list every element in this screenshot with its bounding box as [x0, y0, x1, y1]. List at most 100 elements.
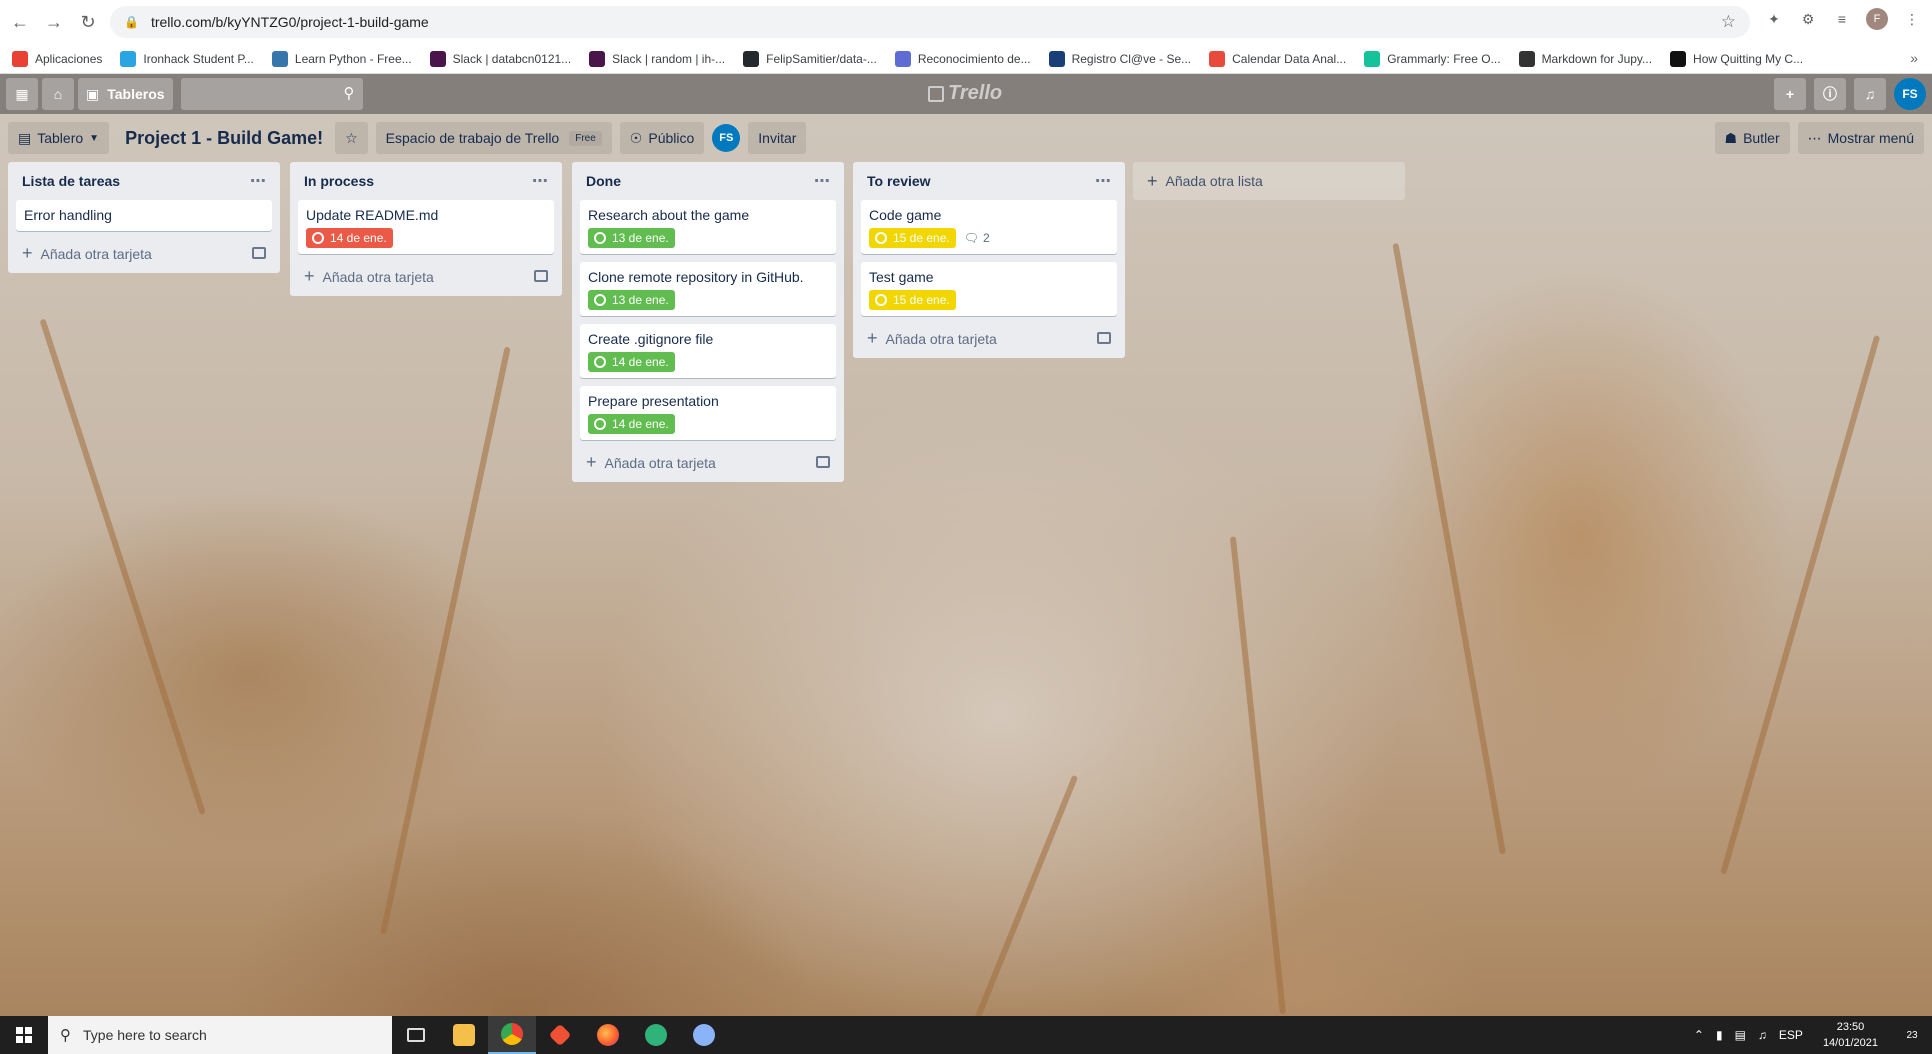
due-date-badge[interactable]: 13 de ene.	[588, 228, 675, 248]
trello-logo[interactable]: Trello	[928, 82, 1002, 105]
back-icon[interactable]: ←	[6, 8, 34, 36]
kebab-menu-icon[interactable]: ⋮	[1902, 9, 1922, 29]
list-menu-icon[interactable]: ⋯	[1095, 171, 1111, 191]
list-header[interactable]: In process ⋯	[298, 162, 554, 200]
reading-list-icon[interactable]: ≡	[1832, 9, 1852, 29]
paint-taskbar-icon[interactable]	[680, 1016, 728, 1054]
git-taskbar-icon[interactable]	[536, 1016, 584, 1054]
list-menu-icon[interactable]: ⋯	[250, 171, 266, 191]
add-list-button[interactable]: + Añada otra lista	[1133, 162, 1405, 200]
chrome-taskbar-icon[interactable]	[488, 1016, 536, 1054]
boards-button[interactable]: ▣ Tableros	[78, 78, 173, 110]
puzzle-icon[interactable]: ⚙	[1798, 9, 1818, 29]
file-explorer-icon[interactable]	[440, 1016, 488, 1054]
list-title[interactable]: In process	[304, 173, 374, 189]
bookmark-item[interactable]: Ironhack Student P...	[120, 50, 254, 67]
bookmark-item[interactable]: Registro Cl@ve - Se...	[1048, 50, 1192, 67]
notification-center-icon[interactable]: 23	[1892, 1030, 1932, 1041]
add-card-button[interactable]: + Añada otra tarjeta	[298, 262, 554, 290]
bookmark-item[interactable]: Aplicaciones	[12, 50, 102, 67]
card-template-icon[interactable]	[816, 456, 830, 468]
battery-icon[interactable]: ▮	[1716, 1028, 1723, 1042]
bookmark-item[interactable]: Grammarly: Free O...	[1364, 50, 1501, 67]
taskbar-search-input[interactable]: ⚲ Type here to search	[48, 1016, 392, 1054]
list-title[interactable]: Lista de tareas	[22, 173, 120, 189]
bookmark-item[interactable]: Calendar Data Anal...	[1209, 50, 1346, 67]
butler-button[interactable]: ☗ Butler	[1714, 122, 1790, 154]
list-title[interactable]: To review	[867, 173, 931, 189]
due-date-badge[interactable]: 13 de ene.	[588, 290, 675, 310]
star-board-button[interactable]: ☆	[335, 122, 368, 154]
home-icon[interactable]: ⌂	[42, 78, 74, 110]
due-date-badge[interactable]: 14 de ene.	[588, 414, 675, 434]
search-icon: ⚲	[343, 85, 355, 102]
card-template-icon[interactable]	[534, 270, 548, 282]
card[interactable]: Clone remote repository in GitHub. 13 de…	[580, 262, 836, 316]
reload-icon[interactable]: ↻	[74, 8, 102, 36]
create-plus-icon[interactable]: +	[1774, 78, 1806, 110]
board-title[interactable]: Project 1 - Build Game!	[125, 128, 323, 149]
card[interactable]: Update README.md 14 de ene.	[298, 200, 554, 254]
card-template-icon[interactable]	[252, 247, 266, 259]
browser-profile-avatar[interactable]: F	[1866, 8, 1888, 30]
board-view-switcher[interactable]: ▤ Tablero ▼	[8, 122, 110, 154]
bookmarks-overflow-icon[interactable]: »	[1910, 50, 1918, 66]
app-taskbar-icon[interactable]	[632, 1016, 680, 1054]
volume-icon[interactable]: ♫	[1758, 1028, 1767, 1042]
notifications-bell-icon[interactable]: ♫	[1854, 78, 1886, 110]
info-icon[interactable]: ⓘ	[1814, 78, 1846, 110]
bookmark-label: Registro Cl@ve - Se...	[1071, 51, 1192, 66]
due-date-badge[interactable]: 15 de ene.	[869, 228, 956, 248]
system-tray: ⌃ ▮ ▤ ♫ ESP 23:50 14/01/2021 23	[1688, 1016, 1932, 1054]
clock-icon	[594, 294, 606, 306]
add-card-button[interactable]: + Añada otra tarjeta	[16, 239, 272, 267]
add-card-button[interactable]: + Añada otra tarjeta	[580, 448, 836, 476]
card[interactable]: Error handling	[16, 200, 272, 231]
workspace-button[interactable]: Espacio de trabajo de Trello Free	[375, 122, 612, 154]
add-card-button[interactable]: + Añada otra tarjeta	[861, 324, 1117, 352]
due-date-badge[interactable]: 14 de ene.	[306, 228, 393, 248]
input-language[interactable]: ESP	[1779, 1028, 1803, 1042]
butler-icon: ☗	[1724, 129, 1738, 146]
due-date-badge[interactable]: 15 de ene.	[869, 290, 956, 310]
forward-icon[interactable]: →	[40, 8, 68, 36]
card[interactable]: Research about the game 13 de ene.	[580, 200, 836, 254]
board-search-input[interactable]: ⚲	[180, 78, 363, 110]
task-view-icon[interactable]	[392, 1016, 440, 1054]
visibility-button[interactable]: ☉ Público	[619, 122, 705, 154]
bookmark-item[interactable]: How Quitting My C...	[1670, 50, 1803, 67]
firefox-taskbar-icon[interactable]	[584, 1016, 632, 1054]
bookmark-favicon-icon	[894, 50, 911, 67]
bookmark-item[interactable]: FelipSamitier/data-...	[743, 50, 877, 67]
card[interactable]: Code game 15 de ene. 🗨 2	[861, 200, 1117, 254]
extension-icon[interactable]: ✦	[1764, 9, 1784, 29]
card[interactable]: Create .gitignore file 14 de ene.	[580, 324, 836, 378]
url-text[interactable]: trello.com/b/kyYNTZG0/project-1-build-ga…	[151, 14, 429, 30]
list-title[interactable]: Done	[586, 173, 621, 189]
list-header[interactable]: Lista de tareas ⋯	[16, 162, 272, 200]
chevron-up-icon[interactable]: ⌃	[1694, 1028, 1704, 1042]
list-header[interactable]: Done ⋯	[580, 162, 836, 200]
user-avatar[interactable]: FS	[1894, 78, 1926, 110]
card[interactable]: Test game 15 de ene.	[861, 262, 1117, 316]
address-bar[interactable]: 🔒 trello.com/b/kyYNTZG0/project-1-build-…	[110, 6, 1750, 38]
card-template-icon[interactable]	[1097, 332, 1111, 344]
bookmark-item[interactable]: Slack | databcn0121...	[429, 50, 571, 67]
apps-grid-icon[interactable]: ▦	[6, 78, 38, 110]
list-header[interactable]: To review ⋯	[861, 162, 1117, 200]
board-member-avatar[interactable]: FS	[712, 124, 741, 152]
bookmark-star-icon[interactable]: ☆	[1721, 12, 1736, 32]
show-menu-button[interactable]: ⋯ Mostrar menú	[1797, 122, 1924, 154]
taskbar-clock[interactable]: 23:50 14/01/2021	[1823, 1019, 1878, 1051]
card[interactable]: Prepare presentation 14 de ene.	[580, 386, 836, 440]
bookmark-item[interactable]: Learn Python - Free...	[271, 50, 412, 67]
list-menu-icon[interactable]: ⋯	[532, 171, 548, 191]
due-date-badge[interactable]: 14 de ene.	[588, 352, 675, 372]
invite-button[interactable]: Invitar	[748, 122, 807, 154]
network-icon[interactable]: ▤	[1735, 1028, 1746, 1042]
bookmark-item[interactable]: Slack | random | ih-...	[589, 50, 725, 67]
list-menu-icon[interactable]: ⋯	[814, 171, 830, 191]
bookmark-item[interactable]: Markdown for Jupy...	[1518, 50, 1652, 67]
bookmark-item[interactable]: Reconocimiento de...	[894, 50, 1031, 67]
windows-start-icon[interactable]	[0, 1016, 48, 1054]
